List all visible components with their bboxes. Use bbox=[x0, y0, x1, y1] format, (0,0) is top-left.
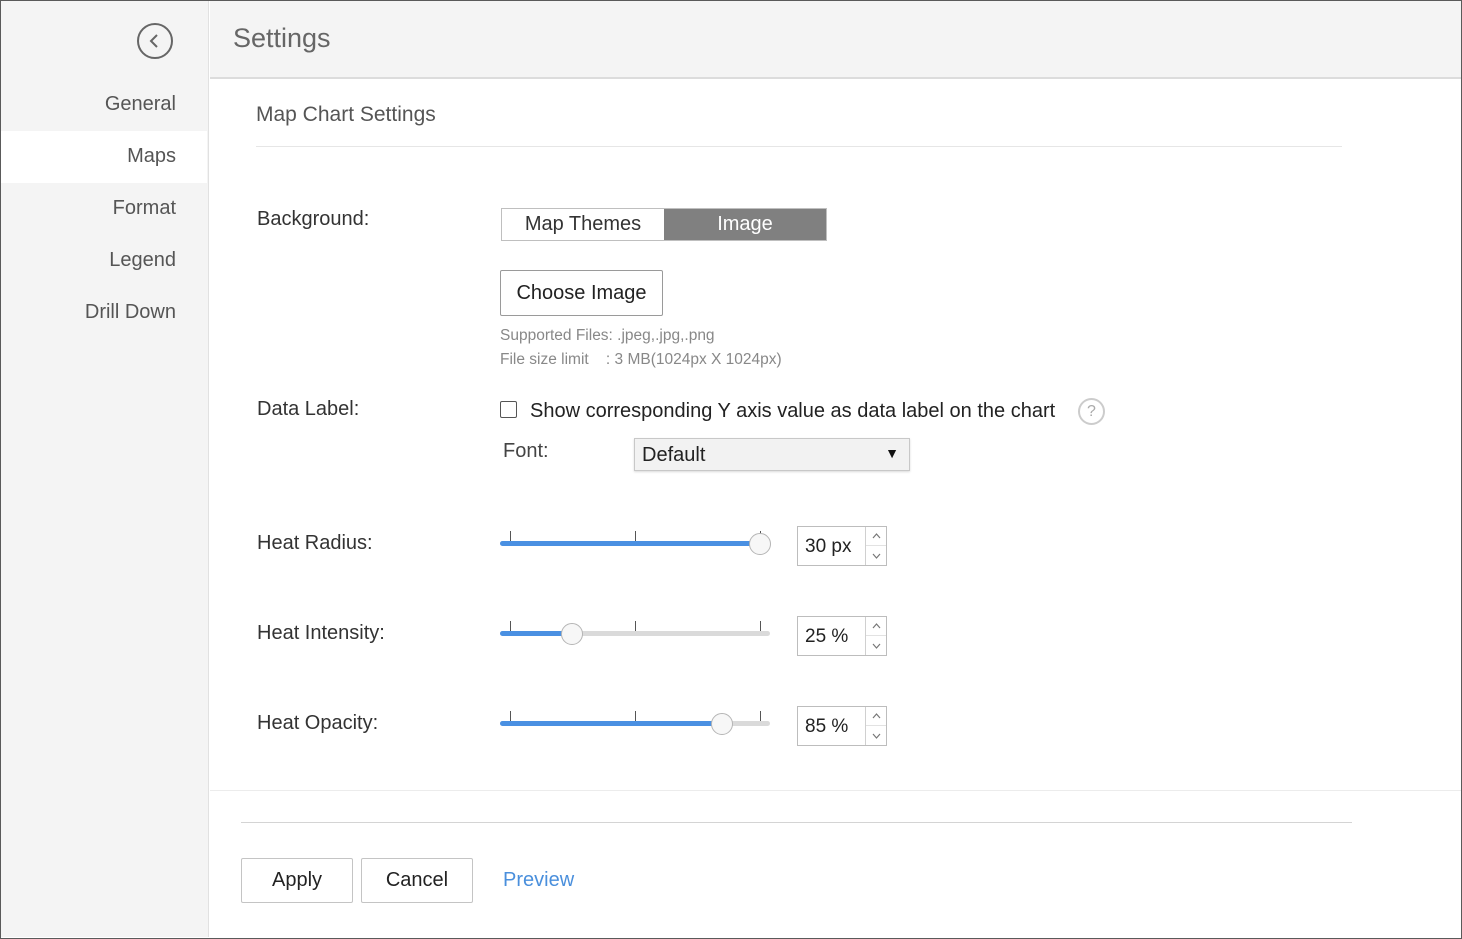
slider-tick bbox=[510, 531, 511, 541]
sidebar-item-general[interactable]: General bbox=[105, 93, 176, 116]
decrement-icon[interactable] bbox=[866, 636, 886, 655]
footer-divider bbox=[241, 822, 1352, 823]
sidebar-item-drill-down[interactable]: Drill Down bbox=[85, 301, 176, 324]
footer-separator bbox=[210, 790, 1461, 791]
section-title: Map Chart Settings bbox=[256, 103, 436, 126]
sidebar-item-maps[interactable]: Maps bbox=[127, 145, 176, 168]
stepper-buttons bbox=[865, 527, 886, 565]
slider-thumb[interactable] bbox=[749, 533, 771, 555]
choose-image-button[interactable]: Choose Image bbox=[500, 270, 663, 316]
slider-tick bbox=[510, 621, 511, 631]
slider-tick bbox=[510, 711, 511, 721]
preview-link[interactable]: Preview bbox=[503, 869, 574, 892]
heat-intensity-value[interactable]: 25 % bbox=[805, 626, 848, 648]
data-label-label: Data Label: bbox=[257, 398, 360, 420]
dropdown-arrow-icon: ▼ bbox=[885, 445, 899, 461]
slider-tick bbox=[635, 711, 636, 721]
font-select[interactable]: Default ▼ bbox=[634, 438, 910, 471]
apply-button[interactable]: Apply bbox=[241, 858, 353, 903]
background-toggle: Map Themes Image bbox=[501, 208, 827, 241]
slider-fill bbox=[500, 721, 722, 726]
heat-opacity-label: Heat Opacity: bbox=[257, 712, 379, 734]
supported-files-hint: Supported Files: .jpeg,.jpg,.png bbox=[500, 327, 715, 344]
slider-tick bbox=[635, 621, 636, 631]
data-label-checkbox-text[interactable]: Show corresponding Y axis value as data … bbox=[530, 400, 1055, 423]
font-select-value: Default bbox=[642, 444, 706, 466]
help-icon[interactable]: ? bbox=[1078, 398, 1105, 425]
slider-tick bbox=[635, 531, 636, 541]
background-label: Background: bbox=[257, 208, 370, 230]
heat-opacity-stepper[interactable]: 85 % bbox=[797, 706, 887, 746]
heat-radius-stepper[interactable]: 30 px bbox=[797, 526, 887, 566]
heat-opacity-value[interactable]: 85 % bbox=[805, 716, 848, 738]
decrement-icon[interactable] bbox=[866, 726, 886, 745]
font-label: Font: bbox=[503, 440, 549, 462]
sidebar-active-highlight bbox=[1, 131, 207, 183]
heat-intensity-label: Heat Intensity: bbox=[257, 622, 385, 644]
heat-radius-value[interactable]: 30 px bbox=[805, 536, 851, 558]
decrement-icon[interactable] bbox=[866, 546, 886, 565]
sidebar-item-legend[interactable]: Legend bbox=[109, 249, 176, 272]
slider-fill bbox=[500, 541, 760, 546]
increment-icon[interactable] bbox=[866, 617, 886, 636]
sidebar-item-format[interactable]: Format bbox=[113, 197, 176, 220]
heat-radius-slider[interactable] bbox=[500, 531, 771, 555]
page-header: Settings bbox=[210, 1, 1461, 79]
option-image[interactable]: Image bbox=[664, 209, 826, 240]
heat-radius-label: Heat Radius: bbox=[257, 532, 373, 554]
stepper-buttons bbox=[865, 707, 886, 745]
cancel-button[interactable]: Cancel bbox=[361, 858, 473, 903]
data-label-checkbox[interactable] bbox=[500, 401, 517, 418]
section-divider bbox=[256, 146, 1342, 147]
slider-tick bbox=[760, 711, 761, 721]
increment-icon[interactable] bbox=[866, 707, 886, 726]
stepper-buttons bbox=[865, 617, 886, 655]
slider-thumb[interactable] bbox=[711, 713, 733, 735]
option-map-themes[interactable]: Map Themes bbox=[502, 209, 664, 240]
sidebar: General Maps Format Legend Drill Down bbox=[1, 1, 209, 937]
slider-thumb[interactable] bbox=[561, 623, 583, 645]
heat-intensity-stepper[interactable]: 25 % bbox=[797, 616, 887, 656]
back-icon[interactable] bbox=[137, 23, 173, 59]
increment-icon[interactable] bbox=[866, 527, 886, 546]
page-title: Settings bbox=[233, 23, 331, 53]
heat-opacity-slider[interactable] bbox=[500, 711, 770, 735]
heat-intensity-slider[interactable] bbox=[500, 621, 770, 645]
file-size-hint: File size limit : 3 MB(1024px X 1024px) bbox=[500, 351, 782, 368]
slider-tick bbox=[760, 621, 761, 631]
